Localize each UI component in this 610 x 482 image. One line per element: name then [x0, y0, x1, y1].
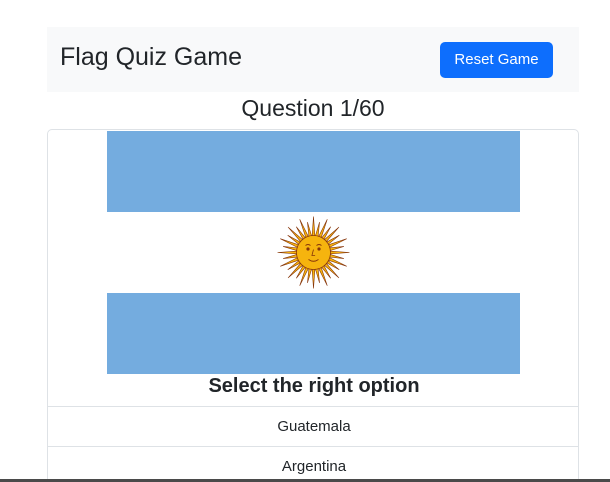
question-card: Select the right option Guatemala Argent… [47, 129, 579, 482]
quiz-page: Flag Quiz Game Reset Game Question 1/60 [0, 0, 610, 482]
answer-option[interactable]: Guatemala [48, 406, 578, 446]
question-prompt: Select the right option [208, 375, 420, 397]
answer-option[interactable]: Argentina [48, 446, 578, 482]
question-counter: Question 1/60 [241, 95, 385, 121]
reset-game-button[interactable]: Reset Game [440, 42, 553, 78]
argentina-flag-icon [107, 131, 520, 374]
answer-options: Guatemala Argentina [48, 406, 578, 482]
app-title: Flag Quiz Game [60, 43, 243, 71]
navbar: Flag Quiz Game Reset Game [47, 27, 579, 92]
